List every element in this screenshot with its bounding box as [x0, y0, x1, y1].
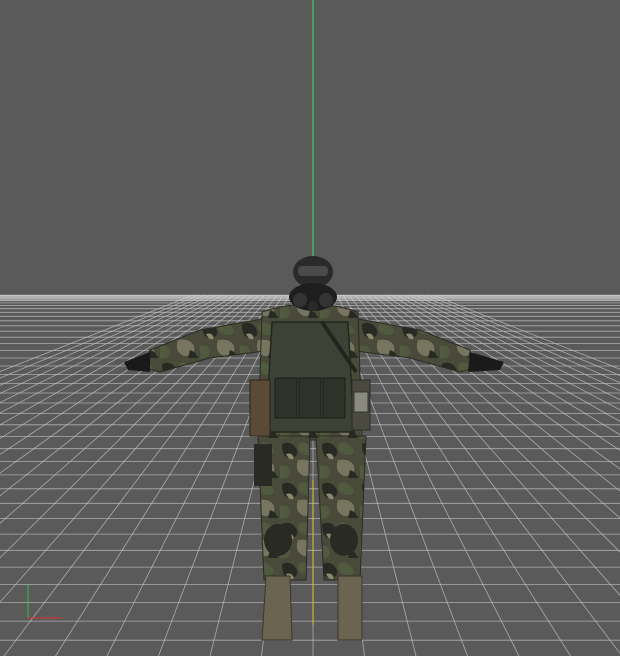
mask-filter — [319, 293, 333, 307]
vest-pouch — [298, 377, 322, 419]
vest-pouch — [322, 377, 346, 419]
knee-pad — [264, 524, 292, 556]
left-boot — [261, 575, 293, 641]
mask-valve — [308, 301, 318, 311]
holster — [254, 444, 272, 486]
mask-filter — [293, 293, 307, 307]
right-boot — [337, 575, 363, 641]
right-glove — [468, 352, 504, 372]
right-leg — [315, 435, 367, 581]
id-badge — [353, 391, 369, 413]
3d-viewport[interactable] — [0, 0, 620, 656]
axis-gizmo — [27, 585, 62, 619]
visor — [298, 266, 328, 276]
knee-pad — [330, 524, 358, 556]
vest-pouch — [274, 377, 298, 419]
viewport-scene — [0, 0, 620, 656]
vest-side-pouch — [249, 379, 271, 437]
